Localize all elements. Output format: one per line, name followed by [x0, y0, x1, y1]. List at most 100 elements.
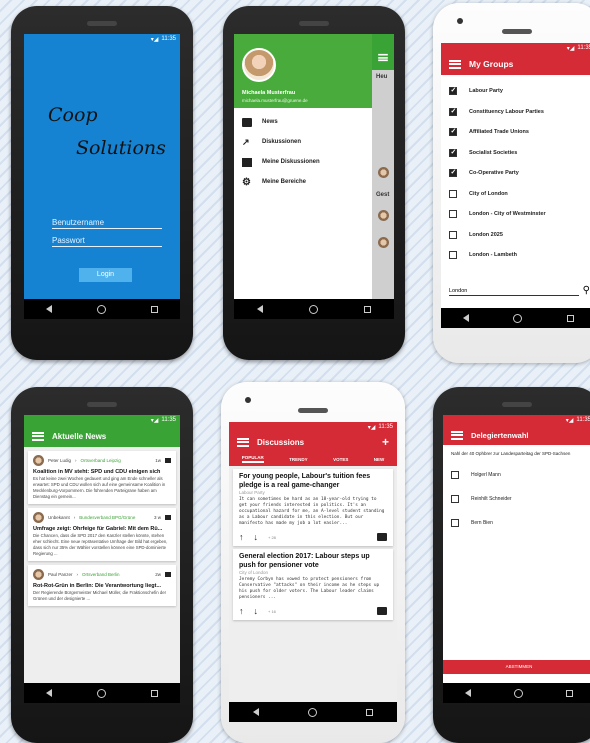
- tab-trendy[interactable]: TRENDY: [289, 457, 308, 462]
- group-item[interactable]: City of London: [441, 184, 590, 205]
- news-icon: [242, 117, 252, 127]
- news-source[interactable]: Ortsverband Berlin: [82, 572, 120, 577]
- discussion-actions: ↑ ↓ + 16: [239, 606, 387, 616]
- vote-option[interactable]: Reinhilt Schneider: [443, 487, 590, 511]
- menu-icon[interactable]: [32, 431, 44, 441]
- drawer-item-discussions[interactable]: ↗ Diskussionen: [234, 132, 372, 152]
- news-card[interactable]: Paul Panzer › Ortsverband Berlin 2w Rot-Rot-…: [28, 565, 176, 606]
- back-icon[interactable]: [46, 305, 53, 313]
- share-icon[interactable]: [165, 458, 171, 463]
- group-checkbox[interactable]: [449, 210, 457, 219]
- submit-vote-button[interactable]: ABSTIMMEN: [443, 660, 590, 674]
- menu-icon[interactable]: [451, 430, 463, 440]
- phone-login: ▾◢ 11:35 Coop Solutions Benutzername Pass…: [11, 6, 193, 360]
- group-checkbox[interactable]: [449, 251, 457, 260]
- groups-screen: ▾◢11:35 My Groups Labour Party Constituen…: [441, 43, 590, 328]
- back-icon[interactable]: [257, 305, 263, 313]
- tab-popular[interactable]: POPULAR: [241, 455, 264, 463]
- status-time: 11:35: [161, 417, 176, 423]
- home-icon[interactable]: [96, 304, 106, 314]
- share-icon[interactable]: [165, 515, 171, 520]
- search-row: ⚲: [449, 286, 590, 296]
- group-checkbox[interactable]: [449, 230, 457, 239]
- upvote-icon[interactable]: ↑: [239, 532, 244, 542]
- discussion-title: General election 2017: Labour steps up p…: [239, 553, 370, 569]
- group-label: London 2025: [469, 231, 503, 238]
- recent-apps-icon[interactable]: [566, 689, 574, 697]
- search-icon[interactable]: ⚲: [583, 286, 590, 296]
- group-item[interactable]: London - City of Westminster: [441, 204, 590, 225]
- logo-solutions: Solutions: [76, 137, 166, 159]
- add-icon[interactable]: +: [382, 435, 389, 449]
- signal-icon: ▾◢: [367, 424, 376, 431]
- password-field[interactable]: Passwort: [52, 236, 162, 247]
- downvote-icon[interactable]: ↓: [254, 532, 259, 542]
- vote-checkbox[interactable]: [451, 495, 459, 503]
- news-source[interactable]: Ortsverband Leipzig: [81, 458, 121, 463]
- recent-apps-icon[interactable]: [364, 305, 371, 313]
- news-source[interactable]: Bundesverband BPG/Grüne: [79, 515, 135, 520]
- back-icon[interactable]: [464, 689, 471, 697]
- recent-apps-icon[interactable]: [150, 305, 158, 313]
- back-icon[interactable]: [463, 314, 470, 322]
- news-screen: ▾◢ 11:35 Aktuelle News Peter Ludig › Ortsve…: [24, 415, 180, 703]
- vote-option[interactable]: Holgerl Mann: [443, 463, 590, 487]
- trending-icon: ↗: [242, 136, 250, 147]
- downvote-icon[interactable]: ↓: [254, 606, 259, 616]
- home-icon[interactable]: [513, 688, 523, 698]
- group-checkbox[interactable]: [449, 127, 457, 137]
- discussion-card[interactable]: For young people, Labour's tuition fees …: [233, 469, 393, 546]
- recent-apps-icon[interactable]: [365, 708, 373, 716]
- vote-option[interactable]: Bern Bien: [443, 511, 590, 535]
- tab-new[interactable]: NEW: [374, 457, 385, 462]
- vote-checkbox[interactable]: [451, 471, 459, 479]
- tab-votes[interactable]: VOTES: [333, 457, 348, 462]
- nav-bar: [229, 702, 397, 722]
- group-item[interactable]: London - Lambeth: [441, 245, 590, 266]
- speaker: [299, 21, 329, 26]
- home-icon[interactable]: [96, 688, 106, 698]
- home-icon[interactable]: [513, 313, 523, 323]
- comment-icon[interactable]: [377, 607, 387, 615]
- group-item[interactable]: Affiliated Trade Unions: [441, 122, 590, 143]
- avatar[interactable]: [242, 48, 276, 82]
- search-input[interactable]: [449, 286, 579, 296]
- home-icon[interactable]: [309, 304, 318, 314]
- group-checkbox[interactable]: [449, 107, 457, 116]
- group-checkbox[interactable]: [449, 168, 457, 178]
- phone-discussions: ▾◢ 11:35 Discussions + POPULAR TRENDY VOT…: [221, 382, 405, 743]
- back-icon[interactable]: [46, 689, 53, 697]
- group-checkbox[interactable]: [449, 189, 457, 198]
- vote-checkbox[interactable]: [451, 519, 459, 527]
- recent-apps-icon[interactable]: [566, 314, 574, 322]
- group-item[interactable]: Co-Operative Party: [441, 163, 590, 184]
- drawer-item-news[interactable]: News: [234, 112, 372, 132]
- group-item[interactable]: London 2025: [441, 225, 590, 246]
- news-card[interactable]: Peter Ludig › Ortsverband Leipzig 1w Koaliti…: [28, 451, 176, 504]
- news-card[interactable]: Unbekannt › Bundesverband BPG/Grüne 3 w Umfr…: [28, 508, 176, 561]
- recent-apps-icon[interactable]: [150, 689, 158, 697]
- back-icon[interactable]: [253, 708, 260, 716]
- login-button[interactable]: Login: [79, 268, 132, 282]
- phone-news: ▾◢ 11:35 Aktuelle News Peter Ludig › Ortsve…: [11, 387, 193, 743]
- news-list: Peter Ludig › Ortsverband Leipzig 1w Koaliti…: [24, 451, 180, 606]
- home-icon[interactable]: [307, 707, 317, 717]
- status-bar: ▾◢11:35: [24, 415, 180, 425]
- menu-icon[interactable]: [237, 437, 249, 447]
- username-field[interactable]: Benutzername: [52, 218, 162, 229]
- news-headline: Rot-Rot-Grün in Berlin: Die Verantwortun…: [33, 583, 162, 589]
- drawer-item-my-discussions[interactable]: Meine Diskussionen: [234, 152, 372, 172]
- group-item[interactable]: Constituency Labour Parties: [441, 102, 590, 123]
- person-box-icon: [242, 157, 252, 167]
- group-checkbox[interactable]: [449, 86, 457, 96]
- menu-icon[interactable]: [378, 53, 388, 61]
- drawer-item-my-areas[interactable]: ⚙ Meine Bereiche: [234, 172, 372, 192]
- comment-icon[interactable]: [377, 533, 387, 541]
- menu-icon[interactable]: [449, 59, 461, 69]
- group-item[interactable]: Labour Party: [441, 81, 590, 102]
- group-checkbox[interactable]: [449, 148, 457, 157]
- share-icon[interactable]: [165, 572, 171, 577]
- group-item[interactable]: Socialist Societies: [441, 143, 590, 164]
- upvote-icon[interactable]: ↑: [239, 606, 244, 616]
- discussion-card[interactable]: General election 2017: Labour steps up p…: [233, 549, 393, 620]
